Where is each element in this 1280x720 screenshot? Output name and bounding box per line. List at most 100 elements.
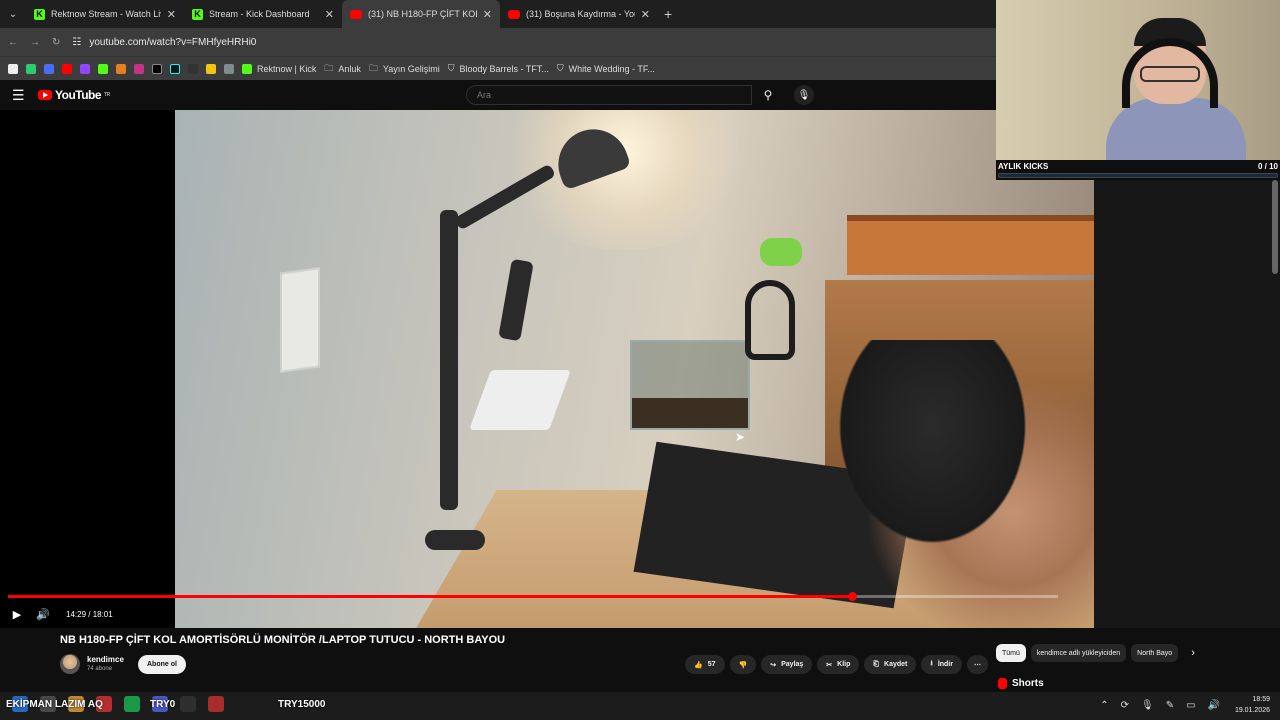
folder-icon: 🗀 [368,62,378,73]
bookmarks-bar: Rektnow | Kick 🗀 Anluk 🗀 Yayın Gelişimi ⛉ B… [0,56,996,80]
share-icon: ↪ [770,661,777,669]
shorts-icon [998,678,1007,689]
bookmark-white-wedding[interactable]: ⛉ White Wedding - TF... [557,63,655,74]
kicks-progress-bar [998,173,1278,178]
tab-kick-dashboard[interactable]: K Stream - Kick Dashboard ✕ [184,0,342,28]
more-actions-button[interactable]: ⋯ [966,655,988,674]
bookmark-label: Yayın Gelişimi [382,63,440,74]
like-count: 57 [707,661,716,668]
chip-north-bayou[interactable]: North Bayo [1131,644,1179,662]
kick-icon [242,63,252,74]
thumbs-down-icon: 👎 [738,661,748,669]
bookmark-anluk[interactable]: 🗀 Anluk [324,61,361,77]
shield-icon: ⛉ [447,63,455,73]
new-tab-button[interactable]: + [664,6,672,22]
kicks-count: 0 / 10 [1257,162,1278,171]
tab-title: (31) NB H180-FP ÇİFT KOL AM [368,9,477,19]
bookmark-icon[interactable] [44,63,54,74]
subscribe-button[interactable]: Abone ol [138,655,186,674]
folder-icon: 🗀 [324,62,334,73]
x-bookmark-icon[interactable] [152,63,162,74]
menu-icon[interactable]: ☰ [12,87,26,104]
chevron-up-icon[interactable]: ⌃ [1100,700,1108,711]
chevron-right-icon[interactable]: › [1191,647,1195,659]
bookmark-icon[interactable] [188,63,198,74]
download-button[interactable]: ⭳ İndir [921,655,962,674]
bookmark-icon[interactable] [26,63,36,74]
instagram-bookmark-icon[interactable] [134,63,144,74]
close-icon[interactable]: ✕ [483,8,492,21]
search-input[interactable]: Ara [466,85,752,105]
tiktok-bookmark-icon[interactable] [170,63,180,74]
tab-search-icon[interactable]: ⌄ [0,0,26,28]
scissors-icon: ✂ [826,661,833,669]
shield-icon: ⛉ [556,63,564,73]
youtube-logo[interactable]: YouTube TR [38,88,110,102]
foosball-table [847,215,1094,275]
search-icon[interactable]: ⚲ [752,85,784,105]
clock[interactable]: 18:59 19.01.2026 [1235,694,1270,716]
back-icon[interactable]: ← [8,37,18,48]
twitch-bookmark-icon[interactable] [80,63,90,74]
like-button[interactable]: 👍 57 [685,655,725,674]
bookmark-icon[interactable] [116,63,126,74]
display-icon[interactable]: ▭ [1186,700,1195,711]
youtube-bookmark-icon[interactable] [62,63,72,74]
volume-icon[interactable]: 🔊 [30,608,56,621]
play-icon[interactable]: ▶ [4,608,30,621]
logo-text: YouTube [55,88,102,102]
kick-bookmark-icon[interactable] [98,63,108,74]
close-icon[interactable]: ✕ [641,8,650,21]
bookmark-icon[interactable] [224,63,234,74]
progress-fill [8,595,853,598]
terrarium-soil [632,398,748,428]
tab-rektnow-stream[interactable]: K Rektnow Stream - Watch Live o ✕ [26,0,184,28]
speaker-icon[interactable]: 🔊 [1208,700,1220,711]
channel-row: kendimce 74 abone Abone ol 👍 57 👎 ↪ Paylaş… [60,652,990,678]
bookmark-label: Bloody Barrels - TFT... [459,63,549,74]
sync-icon[interactable]: ⟳ [1121,700,1129,711]
microphone-icon[interactable]: 🎙 [1141,700,1154,711]
bookmark-icon[interactable] [8,63,18,74]
clock-time: 18:59 [1252,696,1270,703]
obs-icon[interactable] [208,696,224,712]
channel-name[interactable]: kendimce [87,655,124,664]
video-player[interactable]: ➤ ▶ 🔊 14:29 / 18:01 ▤ ⚙ ▭ ⤢ [0,110,1280,628]
microphone-icon[interactable]: 🎙 [794,85,814,105]
chip-from-uploader[interactable]: kendimce adlı yükleyiciden [1030,644,1127,662]
spotify-icon[interactable] [124,696,140,712]
page-scrollbar[interactable] [1272,180,1278,274]
reload-icon[interactable]: ↻ [52,37,60,48]
forward-icon[interactable]: → [30,37,40,48]
clip-button[interactable]: ✂ Klip [817,655,860,674]
dislike-button[interactable]: 👎 [729,655,757,674]
tab-youtube-shorts[interactable]: (31) Boşuna Kaydırma - YouTub ✕ [500,0,658,28]
close-icon[interactable]: ✕ [167,8,176,21]
bookmark-rektnow-kick[interactable]: Rektnow | Kick [242,63,316,74]
bookmark-icon[interactable] [206,63,216,74]
close-icon[interactable]: ✕ [325,8,334,21]
tab-youtube-video[interactable]: (31) NB H180-FP ÇİFT KOL AM ✕ [342,0,500,28]
url-field[interactable]: ☷ youtube.com/watch?v=FMHfyeHRHi0 [72,31,988,53]
address-bar-row: ← → ↻ ☷ youtube.com/watch?v=FMHfyeHRHi0 [0,28,996,56]
time-display: 14:29 / 18:01 [66,609,113,619]
recommendations-pane [1094,180,1280,628]
monthly-kicks-goal: AYLIK KICKS 0 / 10 [996,160,1280,180]
bookmark-yayin-gelisimi[interactable]: 🗀 Yayın Gelişimi [369,61,440,77]
share-button[interactable]: ↪ Paylaş [761,655,813,674]
overlay-text-try15000: TRY15000 [278,699,326,710]
app-icon[interactable] [180,696,196,712]
bookmark-label: Anluk [338,63,361,74]
site-info-icon[interactable]: ☷ [72,37,81,48]
bookmark-bloody-barrels[interactable]: ⛉ Bloody Barrels - TFT... [448,63,549,74]
pen-icon[interactable]: ✎ [1166,700,1174,711]
avatar[interactable] [60,654,80,674]
more-icon: ⋯ [973,661,981,669]
progress-bar[interactable] [8,592,1058,601]
chip-all[interactable]: Tümü [996,644,1026,662]
video-frame[interactable]: ➤ [175,110,1094,628]
tab-title: (31) Boşuna Kaydırma - YouTub [526,9,635,19]
bookmark-label: White Wedding - TF... [568,63,655,74]
youtube-icon [350,9,362,19]
save-button[interactable]: ⎗ Kaydet [864,655,917,674]
